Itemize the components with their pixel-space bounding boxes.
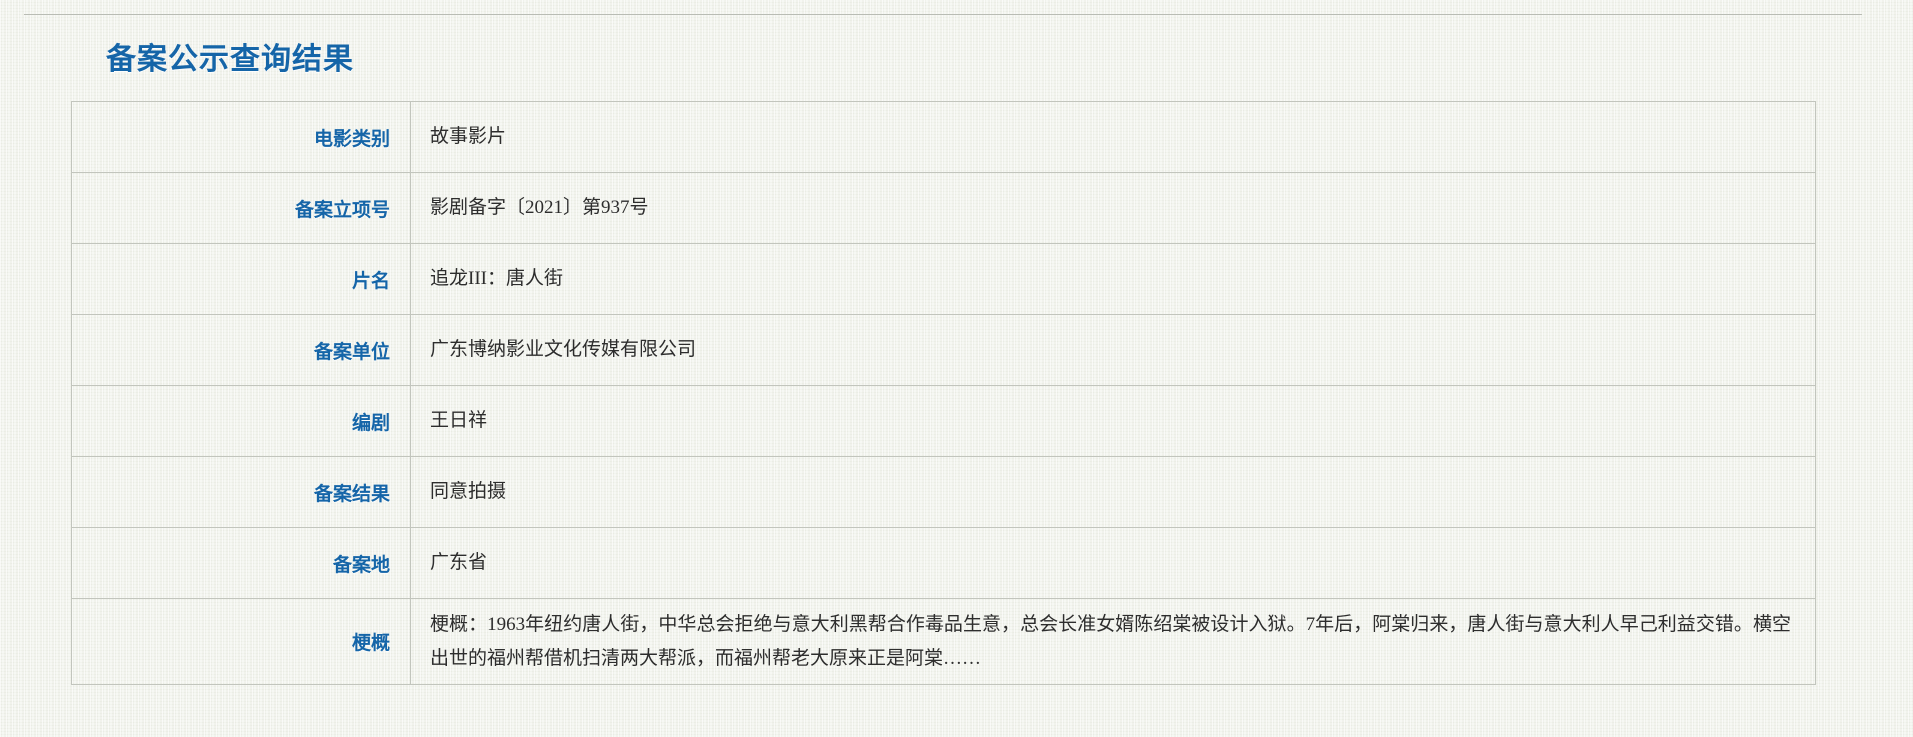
row-label-synopsis: 梗概 xyxy=(71,598,411,685)
row-label-filing-number: 备案立项号 xyxy=(71,172,411,244)
table-row: 编剧 王日祥 xyxy=(71,385,1816,457)
row-value-filing-number: 影剧备字〔2021〕第937号 xyxy=(410,172,1816,244)
table-row: 梗概 梗概：1963年纽约唐人街，中华总会拒绝与意大利黑帮合作毒品生意，总会长准… xyxy=(71,598,1816,685)
row-value-synopsis: 梗概：1963年纽约唐人街，中华总会拒绝与意大利黑帮合作毒品生意，总会长准女婿陈… xyxy=(410,598,1816,685)
table-row: 电影类别 故事影片 xyxy=(71,101,1816,173)
row-label-filing-result: 备案结果 xyxy=(71,456,411,528)
table-row: 备案立项号 影剧备字〔2021〕第937号 xyxy=(71,172,1816,244)
page-title: 备案公示查询结果 xyxy=(106,43,354,77)
page-root: 备案公示查询结果 电影类别 故事影片 备案立项号 影剧备字〔2021〕第937号… xyxy=(0,0,1913,737)
row-value-screenwriter: 王日祥 xyxy=(410,385,1816,457)
row-label-filing-entity: 备案单位 xyxy=(71,314,411,386)
row-label-filing-location: 备案地 xyxy=(71,527,411,599)
filing-record-table: 电影类别 故事影片 备案立项号 影剧备字〔2021〕第937号 片名 追龙III… xyxy=(71,101,1816,685)
row-value-film-category: 故事影片 xyxy=(410,101,1816,173)
filing-record-body: 电影类别 故事影片 备案立项号 影剧备字〔2021〕第937号 片名 追龙III… xyxy=(71,101,1816,685)
row-label-film-category: 电影类别 xyxy=(71,101,411,173)
row-value-filing-location: 广东省 xyxy=(410,527,1816,599)
header-divider xyxy=(24,14,1862,15)
table-row: 备案单位 广东博纳影业文化传媒有限公司 xyxy=(71,314,1816,386)
row-label-screenwriter: 编剧 xyxy=(71,385,411,457)
row-value-film-title: 追龙III：唐人街 xyxy=(410,243,1816,315)
row-label-film-title: 片名 xyxy=(71,243,411,315)
table-row: 备案结果 同意拍摄 xyxy=(71,456,1816,528)
table-row: 片名 追龙III：唐人街 xyxy=(71,243,1816,315)
table-row: 备案地 广东省 xyxy=(71,527,1816,599)
row-value-filing-result: 同意拍摄 xyxy=(410,456,1816,528)
row-value-filing-entity: 广东博纳影业文化传媒有限公司 xyxy=(410,314,1816,386)
